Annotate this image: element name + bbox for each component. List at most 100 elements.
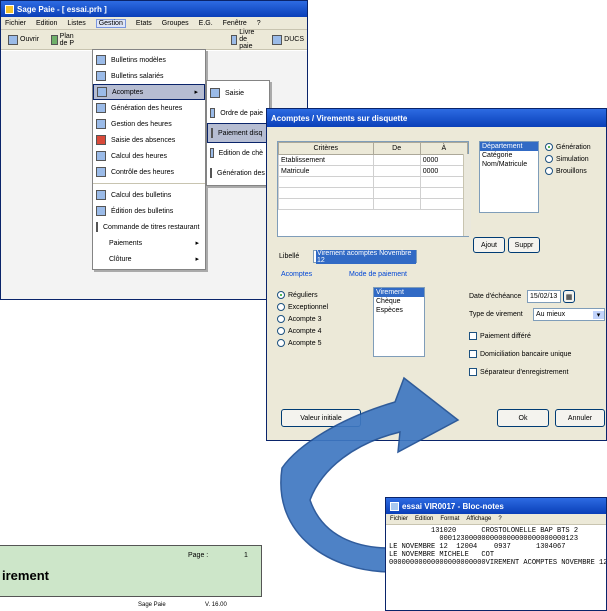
list-item[interactable]: Chèque xyxy=(374,297,424,306)
radio-generation[interactable]: Génération xyxy=(545,141,591,153)
menu-help[interactable]: ? xyxy=(257,20,261,27)
grid-header-de[interactable]: De xyxy=(372,142,421,155)
toolbar-plan-button[interactable]: Plan de P xyxy=(48,32,80,48)
text-line: 00000000000000000000000VIREMENT ACOMPTES… xyxy=(389,559,606,567)
mode-paiement-listbox[interactable]: Virement Chèque Espèces xyxy=(373,287,425,357)
notepad-menu-format[interactable]: Format xyxy=(440,516,459,522)
notepad-menu-edition[interactable]: Edition xyxy=(415,516,433,522)
main-title-bar[interactable]: Sage Paie - [ essai.prh ] xyxy=(1,1,307,17)
menu-gestion[interactable]: Gestion xyxy=(95,18,126,28)
menu-item-generation-heures[interactable]: Génération des heures xyxy=(93,100,205,116)
delete-button[interactable]: Suppr xyxy=(508,237,540,253)
cancel-button[interactable]: Annuler xyxy=(555,409,605,427)
menu-item-edition-bulletins[interactable]: Édition des bulletins xyxy=(93,203,205,219)
radio-dot[interactable] xyxy=(277,303,285,311)
type-virement-select[interactable]: Au mieux ▾ xyxy=(533,308,605,321)
toolbar-ducs-button[interactable]: DUCS xyxy=(269,34,307,46)
radio-acompte-5[interactable]: Acompte 5 xyxy=(277,337,328,349)
menu-eg[interactable]: E.G. xyxy=(199,20,213,27)
radio-brouillons[interactable]: Brouillons xyxy=(545,165,591,177)
sort-listbox[interactable]: Département Catégorie Nom/Matricule xyxy=(479,141,539,213)
radio-exceptionnel[interactable]: Exceptionnel xyxy=(277,301,328,313)
toolbar-livre-de-paie-button[interactable]: Livre de paie xyxy=(228,28,263,51)
radio-dot[interactable] xyxy=(277,291,285,299)
radio-simulation[interactable]: Simulation xyxy=(545,153,591,165)
initial-value-button[interactable]: Valeur initiale xyxy=(281,409,361,427)
radio-acompte-4[interactable]: Acompte 4 xyxy=(277,325,328,337)
doc-icon xyxy=(211,128,213,138)
menu-item-bulletins-modeles[interactable]: Bulletins modèles xyxy=(93,52,205,68)
list-item[interactable]: Département xyxy=(480,142,538,151)
menu-item-controle-heures[interactable]: Contrôle des heures xyxy=(93,164,205,180)
menu-listes[interactable]: Listes xyxy=(67,20,85,27)
menu-item-acomptes[interactable]: Acomptes ▸ xyxy=(93,84,205,100)
menu-item-titres-restaurant[interactable]: Commande de titres restaurant xyxy=(93,219,205,235)
doc-icon xyxy=(96,55,106,65)
table-row[interactable] xyxy=(278,176,469,188)
radio-acompte-3[interactable]: Acompte 3 xyxy=(277,313,328,325)
radio-dot[interactable] xyxy=(277,327,285,335)
list-item[interactable]: Nom/Matricule xyxy=(480,160,538,169)
radio-dot[interactable] xyxy=(545,143,553,151)
menu-groupes[interactable]: Groupes xyxy=(162,20,189,27)
table-row[interactable]: Etablissement 0000 xyxy=(278,154,469,166)
checkbox-box[interactable] xyxy=(469,368,477,376)
table-row[interactable] xyxy=(278,187,469,199)
criteria-grid[interactable]: Critères De À Etablissement 0000 Matricul… xyxy=(277,141,469,237)
doc-icon xyxy=(210,88,220,98)
notepad-menu-affichage[interactable]: Affichage xyxy=(466,516,491,522)
notepad-title-bar[interactable]: essai VIR0017 - Bloc-notes xyxy=(386,498,606,514)
table-row[interactable] xyxy=(278,198,469,210)
save-icon xyxy=(96,135,106,145)
report-header: irement Page : 1 xyxy=(0,545,262,597)
grid-header-criteres[interactable]: Critères xyxy=(278,142,374,155)
ok-button[interactable]: Ok xyxy=(497,409,549,427)
menu-fenetre[interactable]: Fenêtre xyxy=(223,20,247,27)
menu-edition[interactable]: Edition xyxy=(36,20,57,27)
menu-item-paiements[interactable]: Paiements ▸ xyxy=(93,235,205,251)
menu-item-saisie-absences[interactable]: Saisie des absences xyxy=(93,132,205,148)
add-button[interactable]: Ajout xyxy=(473,237,505,253)
notepad-menu-help[interactable]: ? xyxy=(498,516,501,522)
date-echeance-input[interactable]: 15/02/13 xyxy=(527,290,561,303)
list-item[interactable]: Espèces xyxy=(374,306,424,315)
radio-dot[interactable] xyxy=(277,315,285,323)
radio-dot[interactable] xyxy=(545,155,553,163)
calc-icon xyxy=(96,190,106,200)
menu-item-calcul-heures[interactable]: Calcul des heures xyxy=(93,148,205,164)
notepad-text-area[interactable]: 131020 CROSTOLONELLE BAP BTS 2 000123000… xyxy=(386,525,606,610)
checkbox-paiement-differe[interactable]: Paiement différé xyxy=(469,329,571,343)
checkbox-separateur[interactable]: Séparateur d'enregistrement xyxy=(469,365,571,379)
menu-item-calcul-bulletins[interactable]: Calcul des bulletins xyxy=(93,187,205,203)
libelle-label: Libellé xyxy=(279,253,300,260)
submenu-item-paiement-disquette[interactable]: Paiement disq xyxy=(207,123,269,143)
checkbox-box[interactable] xyxy=(469,332,477,340)
checkbox-domiciliation[interactable]: Domiciliation bancaire unique xyxy=(469,347,571,361)
page-number: 1 xyxy=(244,552,248,559)
libelle-input[interactable]: Virement acomptes Novembre 12 xyxy=(313,249,417,264)
radio-reguliers[interactable]: Réguliers xyxy=(277,289,328,301)
submenu-item-saisie[interactable]: Saisie xyxy=(207,83,269,103)
submenu-item-generation[interactable]: Génération des xyxy=(207,163,269,183)
grid-header-a[interactable]: À xyxy=(419,142,469,155)
radio-dot[interactable] xyxy=(277,339,285,347)
notepad-menu-fichier[interactable]: Fichier xyxy=(390,516,408,522)
toolbar-ouvrir-button[interactable]: Ouvrir xyxy=(5,34,42,46)
checkbox-box[interactable] xyxy=(469,350,477,358)
clock-icon xyxy=(96,119,106,129)
menu-item-gestion-heures[interactable]: Gestion des heures xyxy=(93,116,205,132)
submenu-item-ordre-de-paie[interactable]: Ordre de paie xyxy=(207,103,269,123)
list-item[interactable]: Catégorie xyxy=(480,151,538,160)
dialog-title-bar[interactable]: Acomptes / Virements sur disquette xyxy=(267,109,606,127)
calendar-button[interactable]: ▦ xyxy=(563,290,575,303)
radio-dot[interactable] xyxy=(545,167,553,175)
grid-scrollbar[interactable] xyxy=(463,154,471,236)
menu-etats[interactable]: Etats xyxy=(136,20,152,27)
menu-fichier[interactable]: Fichier xyxy=(5,20,26,27)
page-label: Page : xyxy=(188,552,209,559)
menu-item-cloture[interactable]: Clôture ▸ xyxy=(93,251,205,267)
table-row[interactable]: Matricule 0000 xyxy=(278,165,469,177)
menu-item-bulletins-salaries[interactable]: Bulletins salariés xyxy=(93,68,205,84)
submenu-item-edition-cheques[interactable]: Edition de chè xyxy=(207,143,269,163)
list-item[interactable]: Virement xyxy=(374,288,424,297)
